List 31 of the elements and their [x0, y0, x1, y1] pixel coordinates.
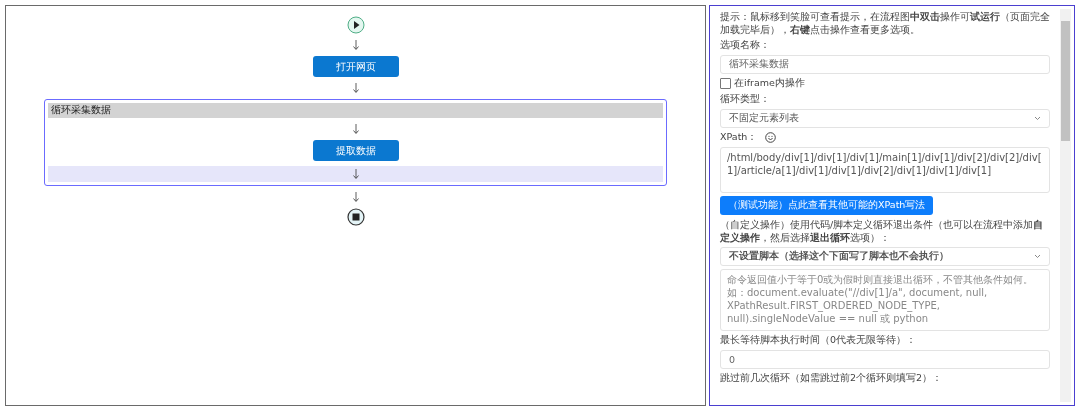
hint-text: 提示：鼠标移到笑脸可查看提示，在流程图中双击操作可试运行（页面完全加载完毕后），右键点击操作查看更多选项。	[720, 10, 1050, 36]
caret-icon	[1034, 254, 1041, 259]
script-description: （自定义操作）使用代码/脚本定义循环退出条件（也可以在流程中添加自定义操作，然后选择退出循环选项）：	[720, 218, 1045, 244]
field-label: XPath：	[720, 131, 758, 144]
caret-icon	[1034, 116, 1041, 121]
scrollbar[interactable]	[1060, 9, 1071, 402]
down-arrow-icon	[352, 169, 359, 179]
play-icon[interactable]	[346, 16, 365, 34]
script-field[interactable]: 命令返回值小于等于0或为假时则直接退出循环，不管其他条件如何。如：document.evaluate("//div[1]/a", document, null, XPathResult.FIRST_ORDERED_NODE_TYPE, null).singleNodeValue == null 或 python	[720, 269, 1050, 331]
select-field[interactable]: 不固定元素列表	[720, 109, 1050, 128]
field-label: 循环类型：	[720, 93, 771, 106]
action-node[interactable]: 打开网页	[312, 56, 399, 77]
scrollbar-thumb[interactable]	[1061, 21, 1070, 141]
input-field[interactable]: 0	[720, 350, 1050, 369]
select-field[interactable]: 不设置脚本（选择这个下面写了脚本也不会执行）	[720, 247, 1050, 266]
stop-icon[interactable]	[346, 208, 365, 226]
field-label: 最长等待脚本执行时间（0代表无限等待）：	[720, 334, 918, 347]
smiley-icon[interactable]	[765, 132, 777, 143]
action-node[interactable]: 提取数据	[312, 140, 399, 161]
loop-title: 循环采集数据	[48, 103, 663, 118]
input-field[interactable]: 循环采集数据	[720, 55, 1050, 74]
loop-block[interactable]: 循环采集数据 提取数据	[44, 99, 667, 186]
down-arrow-icon	[352, 124, 359, 134]
checkbox[interactable]: 在iframe内操作	[720, 77, 1050, 90]
down-arrow-icon	[352, 192, 359, 202]
xpath-button[interactable]: （测试功能）点此查看其他可能的XPath写法	[720, 196, 934, 215]
field-label: 跳过前几次循环（如需跳过前2个循环则填写2）：	[720, 372, 944, 385]
xpath-field[interactable]: /html/body/div[1]/div[1]/div[1]/main[1]/div[1]/div[2]/div[2]/div[1]/article/a[1]/div[1]/div[1]/div[2]/div[1]/div[1]/div[1]	[720, 147, 1050, 193]
field-label: 选项名称：	[720, 39, 771, 52]
down-arrow-icon	[352, 83, 359, 93]
down-arrow-icon	[352, 40, 359, 50]
